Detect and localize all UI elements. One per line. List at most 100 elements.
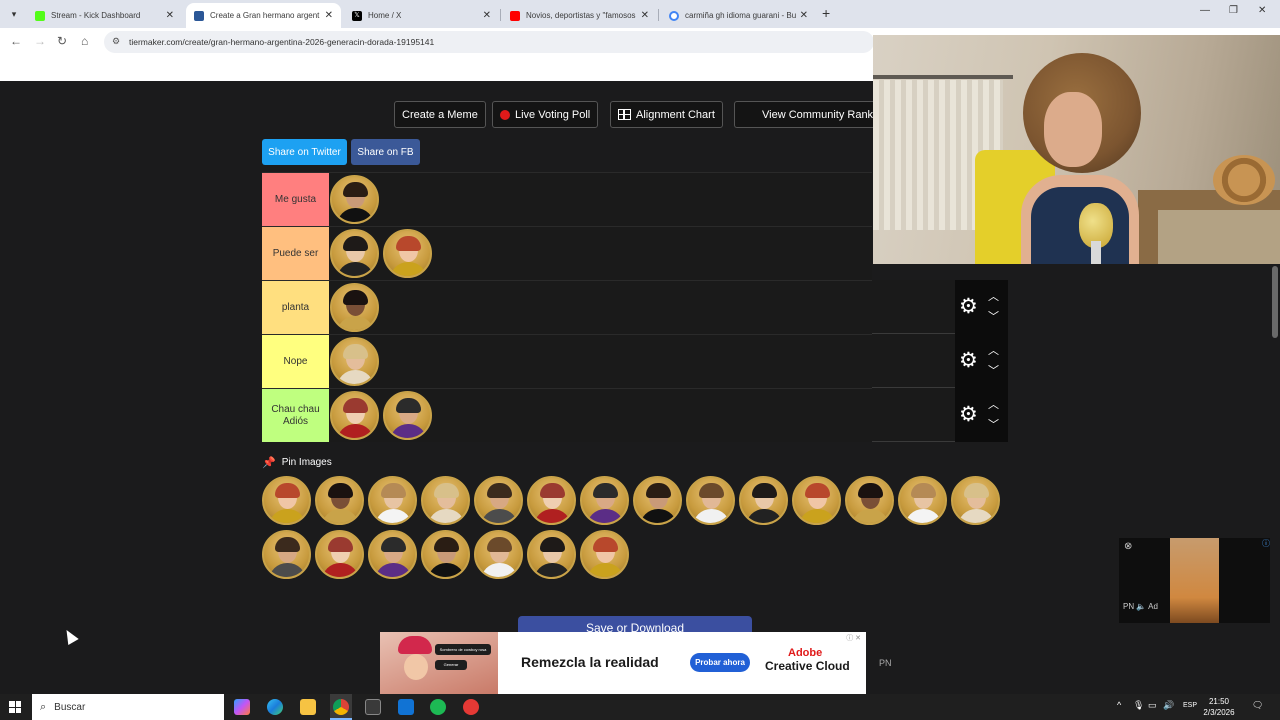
pool-avatar[interactable] (633, 476, 682, 525)
clock[interactable]: 21:50 2/3/2026 (1200, 696, 1238, 718)
share-facebook-button[interactable]: Share on FB (351, 139, 420, 165)
video-ad[interactable]: ⊗ PN 🔈 Ad ⓘ (1119, 538, 1271, 623)
pool-avatar[interactable] (315, 530, 364, 579)
pool-avatar[interactable] (368, 530, 417, 579)
windows-start-icon[interactable] (9, 701, 21, 713)
store-icon[interactable] (365, 699, 381, 715)
contestant-avatar[interactable] (383, 391, 432, 440)
pool-avatar[interactable] (951, 476, 1000, 525)
scroll-thumb[interactable] (1272, 266, 1278, 338)
pool-avatar[interactable] (368, 476, 417, 525)
pool-avatar[interactable] (739, 476, 788, 525)
home-icon[interactable]: ⌂ (81, 34, 88, 48)
tier-label[interactable]: Me gusta (262, 173, 329, 226)
tier-drop-zone[interactable] (329, 281, 872, 334)
contestant-avatar[interactable] (383, 229, 432, 278)
volume-icon[interactable]: 🔈 (1136, 602, 1148, 611)
share-twitter-button[interactable]: Share on Twitter (262, 139, 347, 165)
close-tab-icon[interactable]: ✕ (800, 10, 808, 21)
notifications-icon[interactable]: 🗨 (1252, 700, 1263, 711)
gear-icon[interactable]: ⚙ (959, 350, 978, 371)
chrome-icon[interactable] (333, 699, 349, 715)
tier-drop-zone[interactable] (329, 335, 872, 388)
microphone-tray-icon[interactable]: 🎙 (1133, 700, 1144, 711)
pool-avatar[interactable] (580, 530, 629, 579)
close-tab-icon[interactable]: ✕ (641, 10, 649, 21)
chevron-down-icon[interactable]: ﹀ (988, 308, 999, 324)
chevron-up-icon[interactable]: ︿ (988, 342, 999, 358)
network-icon[interactable]: ▭ (1148, 700, 1157, 711)
tier-label[interactable]: Chau chau Adiós (262, 389, 329, 442)
tab-search-icon[interactable]: ▾ (6, 6, 22, 22)
create-meme-button[interactable]: Create a Meme (394, 101, 486, 128)
url-field[interactable]: ⚙ tiermaker.com/create/gran-hermano-arge… (104, 31, 874, 53)
speaker-icon[interactable]: 🔊 (1163, 700, 1174, 711)
close-tab-icon[interactable]: ✕ (325, 10, 333, 21)
ad-cta-button[interactable]: Probar ahora (690, 653, 750, 672)
edge-icon[interactable] (267, 699, 283, 715)
gear-icon[interactable]: ⚙ (959, 296, 978, 317)
forward-icon[interactable]: → (34, 34, 46, 48)
restore-icon[interactable]: ❐ (1229, 5, 1238, 16)
contestant-avatar[interactable] (330, 391, 379, 440)
google-favicon-icon (669, 10, 679, 21)
language-indicator[interactable]: ESP (1183, 702, 1197, 709)
pool-avatar[interactable] (792, 476, 841, 525)
obs-icon[interactable] (463, 699, 479, 715)
taskbar-search[interactable]: ⌕ Buscar (32, 694, 224, 720)
tray-overflow-icon[interactable]: ^ (1117, 700, 1121, 710)
live-voting-poll-button[interactable]: Live Voting Poll (492, 101, 599, 128)
pin-images-toggle[interactable]: 📌 Pin Images (262, 456, 332, 469)
community-rank-button[interactable]: View Community Rank (734, 101, 881, 128)
pool-avatar[interactable] (421, 530, 470, 579)
pool-avatar[interactable] (474, 530, 523, 579)
pool-avatar[interactable] (527, 530, 576, 579)
chevron-down-icon[interactable]: ﹀ (988, 362, 999, 378)
ad-banner[interactable]: Sombrero de cowboy rosa Generar Remezcla… (380, 632, 866, 694)
back-icon[interactable]: ← (10, 34, 22, 48)
pool-avatar[interactable] (315, 476, 364, 525)
ad-info-icon[interactable]: ⓘ ✕ (846, 633, 861, 643)
tier-label[interactable]: planta (262, 281, 329, 334)
tier-drop-zone[interactable] (329, 173, 872, 226)
tab-youtube[interactable]: Novios, deportistas y "famosos ✕ (502, 3, 657, 28)
close-tab-icon[interactable]: ✕ (166, 10, 174, 21)
minimize-icon[interactable]: — (1200, 5, 1210, 16)
contestant-avatar[interactable] (330, 283, 379, 332)
tab-x-home[interactable]: 𝕏 Home / X ✕ (344, 3, 499, 28)
info-icon[interactable]: ⓘ (1262, 538, 1270, 549)
contestant-avatar[interactable] (330, 337, 379, 386)
gear-icon[interactable]: ⚙ (959, 404, 978, 425)
tab-google-search[interactable]: carmiña gh idioma guarani - Bu ✕ (661, 3, 816, 28)
site-info-icon[interactable]: ⚙ (112, 36, 120, 47)
pool-avatar[interactable] (262, 530, 311, 579)
contestant-avatar[interactable] (330, 229, 379, 278)
chevron-up-icon[interactable]: ︿ (988, 396, 999, 412)
copilot-icon[interactable] (234, 699, 250, 715)
tab-tiermaker[interactable]: Create a Gran hermano argent ✕ (186, 3, 341, 28)
chevron-up-icon[interactable]: ︿ (988, 288, 999, 304)
mail-icon[interactable] (398, 699, 414, 715)
pool-avatar[interactable] (686, 476, 735, 525)
new-tab-icon[interactable]: + (822, 5, 830, 21)
spotify-icon[interactable] (430, 699, 446, 715)
pool-avatar[interactable] (845, 476, 894, 525)
chevron-down-icon[interactable]: ﹀ (988, 416, 999, 432)
pool-avatar[interactable] (898, 476, 947, 525)
pool-avatar[interactable] (474, 476, 523, 525)
contestant-avatar[interactable] (330, 175, 379, 224)
pool-avatar[interactable] (580, 476, 629, 525)
pool-avatar[interactable] (421, 476, 470, 525)
close-icon[interactable]: ⊗ (1124, 541, 1132, 552)
file-explorer-icon[interactable] (300, 699, 316, 715)
pool-avatar[interactable] (262, 476, 311, 525)
tab-kick-dashboard[interactable]: Stream - Kick Dashboard ✕ (27, 3, 182, 28)
reload-icon[interactable]: ↻ (57, 34, 67, 48)
tier-label[interactable]: Puede ser (262, 227, 329, 280)
tier-label[interactable]: Nope (262, 335, 329, 388)
page-scrollbar[interactable] (1270, 266, 1280, 694)
window-close-icon[interactable]: ✕ (1258, 5, 1266, 16)
alignment-chart-button[interactable]: Alignment Chart (610, 101, 723, 128)
close-tab-icon[interactable]: ✕ (483, 10, 491, 21)
pool-avatar[interactable] (527, 476, 576, 525)
